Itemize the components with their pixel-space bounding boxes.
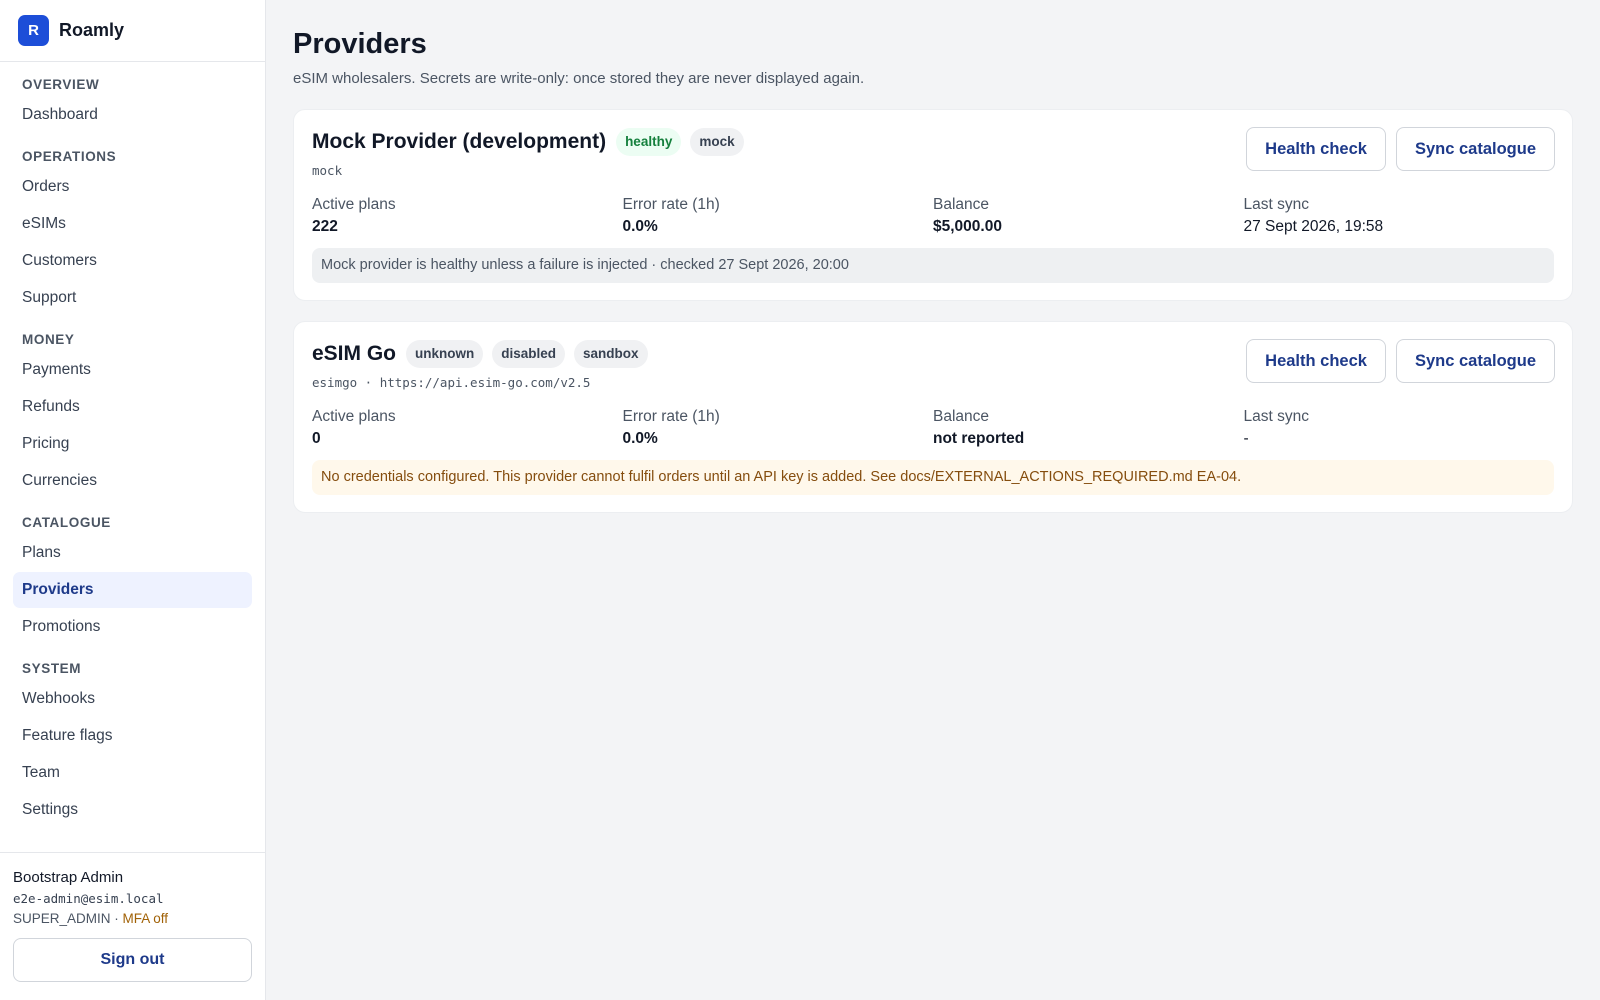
sidebar-item-plans[interactable]: Plans	[13, 535, 252, 571]
stat-active-plans: Active plans 0	[312, 408, 623, 448]
provider-name: eSIM Go	[312, 342, 397, 365]
stat-error-rate-1h: Error rate (1h) 0.0%	[623, 408, 934, 448]
sidebar-item-payments[interactable]: Payments	[13, 352, 252, 388]
nav-section-title: CATALOGUE	[22, 515, 111, 530]
sidebar-item-pricing[interactable]: Pricing	[13, 426, 252, 462]
sidebar-item-team[interactable]: Team	[13, 755, 252, 791]
stat-active-plans: Active plans 222	[312, 196, 623, 236]
provider-actions: Health check Sync catalogue	[1236, 127, 1555, 171]
stat-value: 0	[312, 430, 321, 447]
sidebar-item-esims[interactable]: eSIMs	[13, 206, 252, 242]
sidebar-item-support[interactable]: Support	[13, 280, 252, 316]
stat-error-rate-1h: Error rate (1h) 0.0%	[623, 196, 934, 236]
sidebar-item-webhooks[interactable]: Webhooks	[13, 681, 252, 717]
sidebar-item-refunds[interactable]: Refunds	[13, 389, 252, 425]
stat-last-sync: Last sync -	[1244, 408, 1555, 448]
page-title: Providers	[293, 28, 427, 60]
stat-label: Error rate (1h)	[622, 408, 720, 425]
stat-label: Balance	[933, 408, 990, 425]
user-role: SUPER_ADMIN	[13, 911, 111, 926]
stat-value: 0.0%	[622, 430, 658, 447]
health-check-button[interactable]: Health check	[1246, 339, 1386, 383]
nav-section-overview: OVERVIEW Dashboard	[13, 74, 252, 133]
provider-card: eSIM Go unknown disabled sandbox esimgo · ht…	[293, 321, 1573, 513]
provider-card: Mock Provider (development) healthy mock mo…	[293, 109, 1573, 301]
provider-actions: Health check Sync catalogue	[1236, 339, 1555, 383]
sidebar: R Roamly OVERVIEW Dashboard OPERATIONS Orde…	[0, 0, 266, 1000]
status-badge: mock	[690, 128, 744, 156]
provider-status-note: Mock provider is healthy unless a failur…	[312, 248, 1554, 283]
brand-logo: R	[18, 15, 49, 46]
user-panel: Bootstrap Admin e2e-admin@esim.local SUP…	[0, 852, 265, 1000]
stat-value: $5,000.00	[933, 218, 1002, 235]
user-email: e2e-admin@esim.local	[13, 891, 164, 906]
sync-catalogue-button[interactable]: Sync catalogue	[1395, 127, 1555, 171]
stat-label: Active plans	[312, 408, 396, 425]
sign-out-button[interactable]: Sign out	[13, 938, 252, 982]
stat-balance: Balance not reported	[933, 408, 1244, 448]
stat-value: 0.0%	[622, 218, 658, 235]
provider-list: Mock Provider (development) healthy mock mo…	[293, 109, 1573, 513]
status-badge: unknown	[406, 340, 484, 368]
provider-stats: Active plans 0 Error rate (1h) 0.0% Balance n…	[312, 408, 1554, 448]
stat-label: Last sync	[1243, 408, 1309, 425]
nav-section-catalogue: CATALOGUE Plans Providers Promotions	[13, 512, 252, 645]
nav-section-title: SYSTEM	[22, 661, 82, 676]
stat-value: not reported	[933, 430, 1025, 447]
stat-last-sync: Last sync 27 Sept 2026, 19:58	[1244, 196, 1555, 236]
provider-status-note: No credentials configured. This provider…	[312, 460, 1554, 495]
status-badge: disabled	[492, 340, 566, 368]
sidebar-item-currencies[interactable]: Currencies	[13, 463, 252, 499]
sidebar-item-customers[interactable]: Customers	[13, 243, 252, 279]
sidebar-item-providers[interactable]: Providers	[13, 572, 252, 608]
sidebar-item-orders[interactable]: Orders	[13, 169, 252, 205]
stat-value: 222	[312, 218, 338, 235]
nav-section-operations: OPERATIONS Orders eSIMs Customers Support	[13, 146, 252, 316]
brand[interactable]: R Roamly	[0, 0, 265, 62]
stat-value: 27 Sept 2026, 19:58	[1243, 218, 1384, 235]
sync-catalogue-button[interactable]: Sync catalogue	[1395, 339, 1555, 383]
stat-label: Last sync	[1243, 196, 1309, 213]
page-subtitle: eSIM wholesalers. Secrets are write-only…	[293, 70, 865, 87]
provider-stats: Active plans 222 Error rate (1h) 0.0% Balanc…	[312, 196, 1554, 236]
nav-section-title: OVERVIEW	[22, 77, 100, 92]
user-role-line: SUPER_ADMIN · MFA off	[13, 911, 252, 926]
status-badge: sandbox	[574, 340, 648, 368]
nav-section-system: SYSTEM Webhooks Feature flags Team Settings	[13, 658, 252, 828]
brand-name: Roamly	[59, 20, 125, 40]
mfa-status: MFA off	[122, 911, 169, 926]
sidebar-item-dashboard[interactable]: Dashboard	[13, 97, 252, 133]
status-badge: healthy	[616, 128, 682, 156]
sidebar-item-feature-flags[interactable]: Feature flags	[13, 718, 252, 754]
stat-label: Balance	[933, 196, 990, 213]
main-content: Providers eSIM wholesalers. Secrets are …	[293, 0, 1573, 513]
stat-value: -	[1243, 430, 1249, 447]
sidebar-nav: OVERVIEW Dashboard OPERATIONS Orders eSIMs Cu…	[0, 62, 265, 852]
role-separator: ·	[110, 911, 123, 926]
nav-section-title: OPERATIONS	[22, 149, 117, 164]
health-check-button[interactable]: Health check	[1246, 127, 1386, 171]
user-name: Bootstrap Admin	[13, 869, 124, 886]
stat-label: Error rate (1h)	[622, 196, 720, 213]
stat-label: Active plans	[312, 196, 396, 213]
sidebar-item-promotions[interactable]: Promotions	[13, 609, 252, 645]
nav-section-title: MONEY	[22, 332, 75, 347]
sidebar-item-settings[interactable]: Settings	[13, 792, 252, 828]
stat-balance: Balance $5,000.00	[933, 196, 1244, 236]
nav-section-money: MONEY Payments Refunds Pricing Currencies	[13, 329, 252, 499]
provider-name: Mock Provider (development)	[312, 130, 607, 153]
